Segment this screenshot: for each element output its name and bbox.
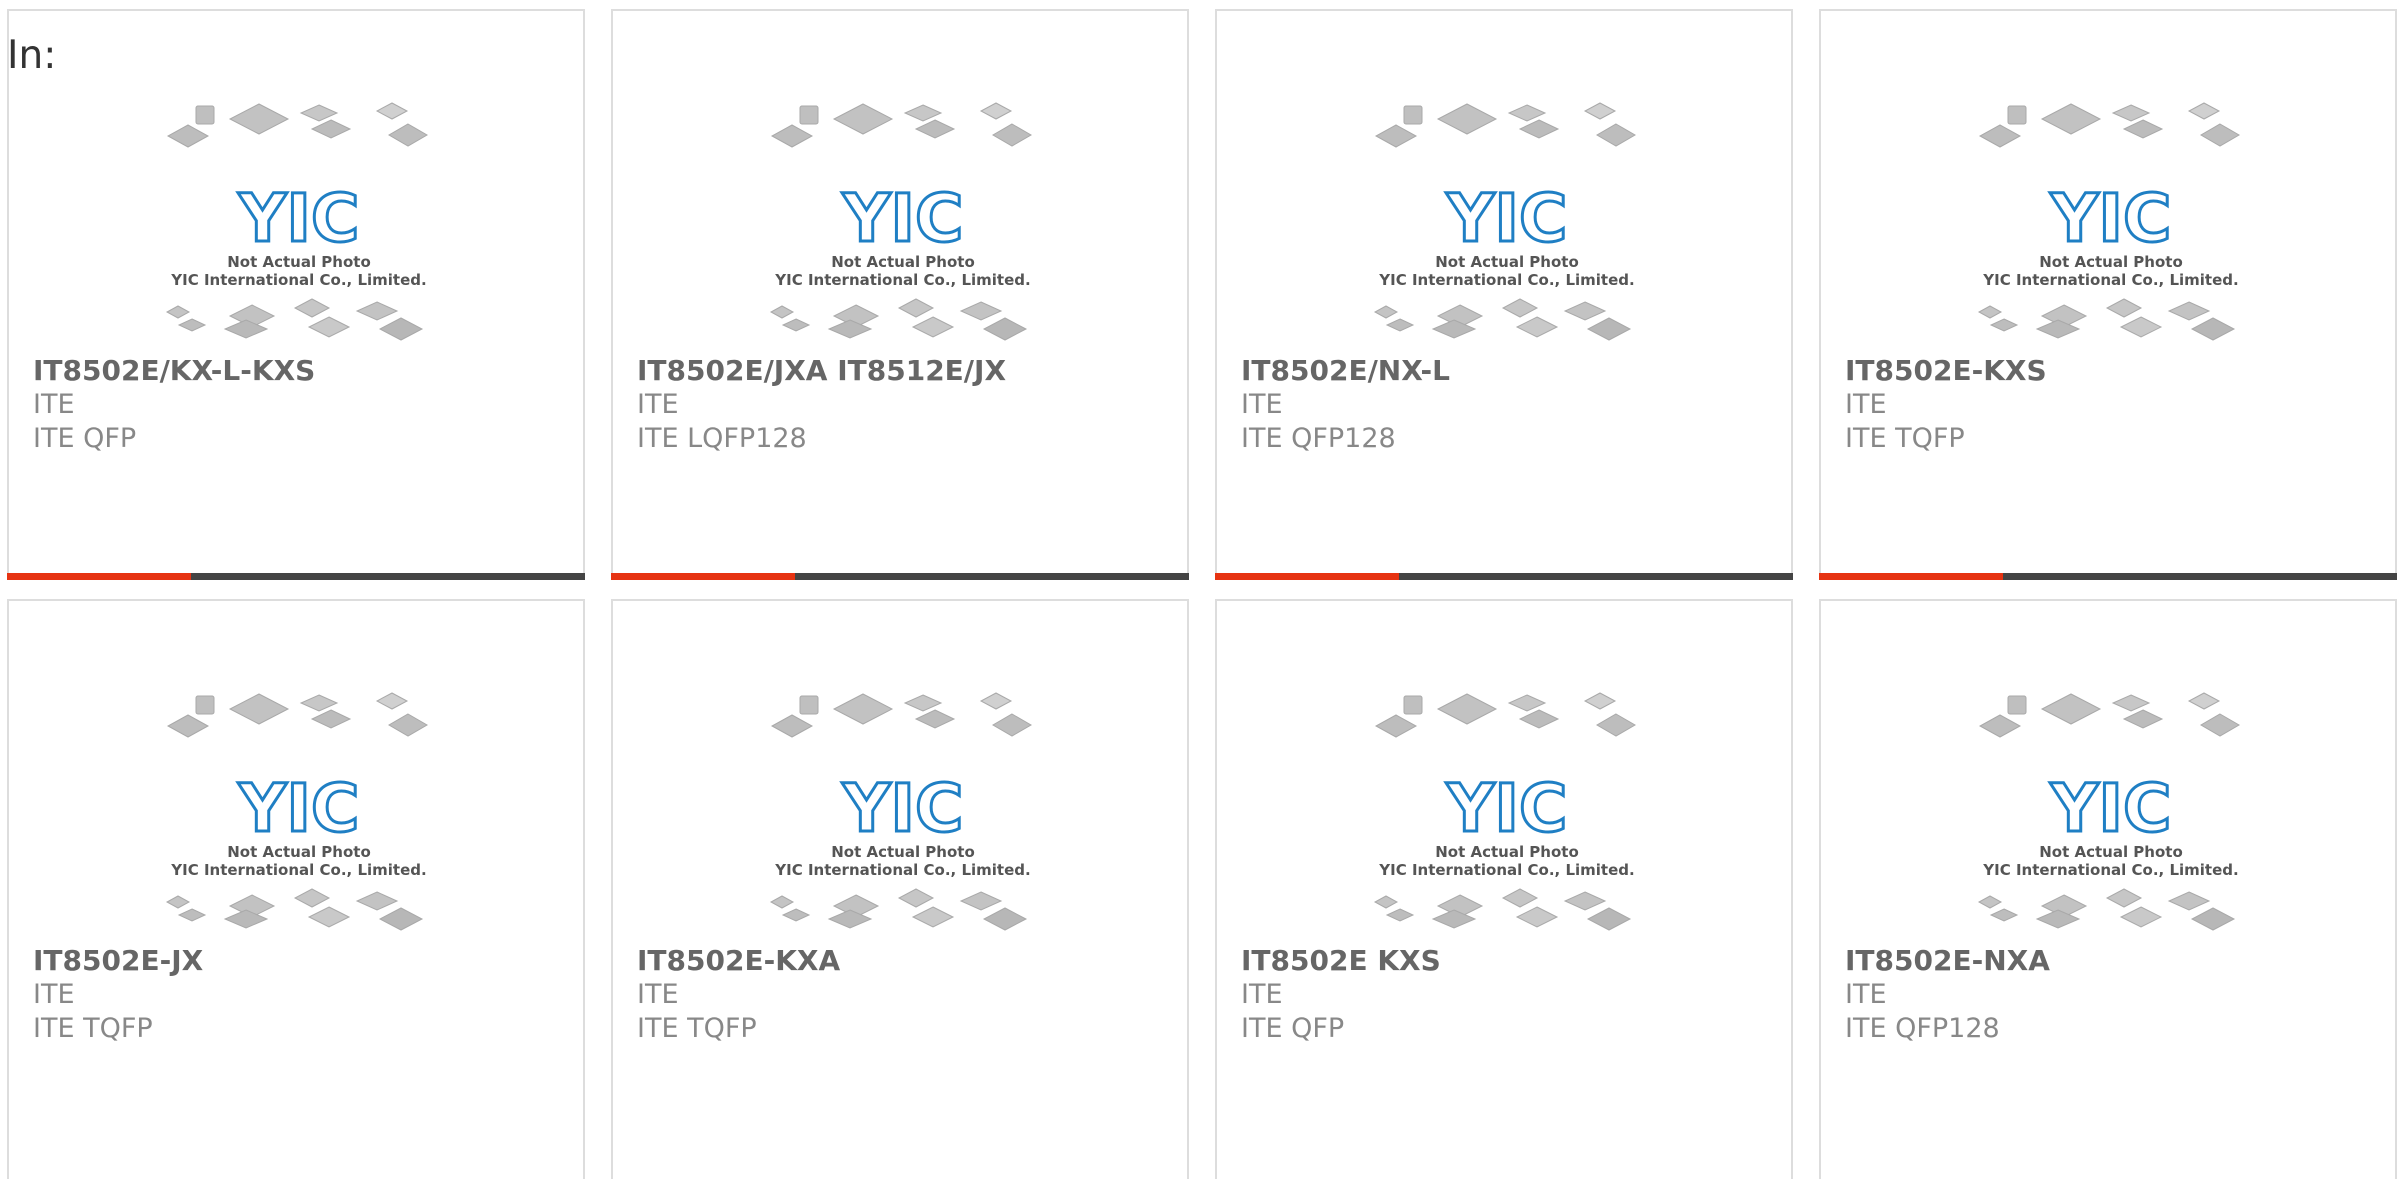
product-placeholder-image[interactable]: YIC Not Actual Photo YIC International Co.… xyxy=(1976,101,2246,346)
product-card[interactable]: YIC Not Actual Photo YIC International Co.… xyxy=(7,9,585,580)
product-placeholder-image[interactable]: YIC Not Actual Photo YIC International Co.… xyxy=(768,691,1038,936)
package: ITE QFP128 xyxy=(1845,1013,2000,1044)
product-grid: YIC Not Actual Photo YIC International Co.… xyxy=(0,0,2400,1179)
not-actual-photo-text: Not Actual Photo xyxy=(831,253,975,271)
package: ITE TQFP xyxy=(33,1013,153,1044)
company-name-text: YIC International Co., Limited. xyxy=(1378,861,1634,879)
not-actual-photo-text: Not Actual Photo xyxy=(2039,843,2183,861)
manufacturer: ITE xyxy=(637,389,679,420)
card-accent-bar xyxy=(1215,573,1399,580)
product-card[interactable]: YIC Not Actual Photo YIC International Co.… xyxy=(611,599,1189,1179)
card-accent-bar xyxy=(1819,573,2003,580)
company-name-text: YIC International Co., Limited. xyxy=(774,271,1030,289)
yic-logo-icon: YIC xyxy=(2050,180,2172,257)
card-accent-bar xyxy=(611,573,795,580)
yic-logo-icon: YIC xyxy=(842,180,964,257)
manufacturer: ITE xyxy=(1241,979,1283,1010)
part-number[interactable]: IT8502E-JX xyxy=(33,944,573,978)
company-name-text: YIC International Co., Limited. xyxy=(170,861,426,879)
product-placeholder-image[interactable]: YIC Not Actual Photo YIC International Co.… xyxy=(164,691,434,936)
yic-logo-icon: YIC xyxy=(1446,180,1568,257)
product-card[interactable]: YIC Not Actual Photo YIC International Co.… xyxy=(1819,599,2397,1179)
product-placeholder-image[interactable]: YIC Not Actual Photo YIC International Co.… xyxy=(1976,691,2246,936)
not-actual-photo-text: Not Actual Photo xyxy=(227,843,371,861)
package: ITE QFP xyxy=(33,423,137,454)
product-placeholder-image[interactable]: YIC Not Actual Photo YIC International Co.… xyxy=(768,101,1038,346)
product-card[interactable]: YIC Not Actual Photo YIC International Co.… xyxy=(611,9,1189,580)
product-placeholder-image[interactable]: YIC Not Actual Photo YIC International Co.… xyxy=(1372,101,1642,346)
package: ITE QFP xyxy=(1241,1013,1345,1044)
product-placeholder-image[interactable]: YIC Not Actual Photo YIC International Co.… xyxy=(1372,691,1642,936)
yic-logo-icon: YIC xyxy=(238,770,360,847)
part-number[interactable]: IT8502E-KXA xyxy=(637,944,1177,978)
manufacturer: ITE xyxy=(33,979,75,1010)
card-bottom-bar xyxy=(7,573,585,580)
company-name-text: YIC International Co., Limited. xyxy=(1378,271,1634,289)
company-name-text: YIC International Co., Limited. xyxy=(1982,271,2238,289)
not-actual-photo-text: Not Actual Photo xyxy=(227,253,371,271)
product-placeholder-image[interactable]: YIC Not Actual Photo YIC International Co.… xyxy=(164,101,434,346)
yic-logo-icon: YIC xyxy=(2050,770,2172,847)
manufacturer: ITE xyxy=(1845,389,1887,420)
part-number[interactable]: IT8502E/KX-L-KXS xyxy=(33,354,573,388)
yic-logo-icon: YIC xyxy=(1446,770,1568,847)
package: ITE LQFP128 xyxy=(637,423,807,454)
card-accent-bar xyxy=(7,573,191,580)
part-number[interactable]: IT8502E KXS xyxy=(1241,944,1781,978)
card-bottom-bar xyxy=(611,573,1189,580)
part-number[interactable]: IT8502E-KXS xyxy=(1845,354,2385,388)
package: ITE TQFP xyxy=(637,1013,757,1044)
product-card[interactable]: YIC Not Actual Photo YIC International Co.… xyxy=(1819,9,2397,580)
in-label: In: xyxy=(7,33,57,78)
product-card[interactable]: YIC Not Actual Photo YIC International Co.… xyxy=(1215,9,1793,580)
product-card[interactable]: YIC Not Actual Photo YIC International Co.… xyxy=(7,599,585,1179)
yic-logo-icon: YIC xyxy=(238,180,360,257)
company-name-text: YIC International Co., Limited. xyxy=(774,861,1030,879)
part-number[interactable]: IT8502E-NXA xyxy=(1845,944,2385,978)
not-actual-photo-text: Not Actual Photo xyxy=(1435,843,1579,861)
not-actual-photo-text: Not Actual Photo xyxy=(831,843,975,861)
manufacturer: ITE xyxy=(1241,389,1283,420)
manufacturer: ITE xyxy=(637,979,679,1010)
company-name-text: YIC International Co., Limited. xyxy=(1982,861,2238,879)
manufacturer: ITE xyxy=(33,389,75,420)
yic-logo-icon: YIC xyxy=(842,770,964,847)
part-number[interactable]: IT8502E/JXA IT8512E/JX xyxy=(637,354,1177,388)
not-actual-photo-text: Not Actual Photo xyxy=(2039,253,2183,271)
manufacturer: ITE xyxy=(1845,979,1887,1010)
package: ITE TQFP xyxy=(1845,423,1965,454)
company-name-text: YIC International Co., Limited. xyxy=(170,271,426,289)
package: ITE QFP128 xyxy=(1241,423,1396,454)
not-actual-photo-text: Not Actual Photo xyxy=(1435,253,1579,271)
product-card[interactable]: YIC Not Actual Photo YIC International Co.… xyxy=(1215,599,1793,1179)
card-bottom-bar xyxy=(1819,573,2397,580)
card-bottom-bar xyxy=(1215,573,1793,580)
part-number[interactable]: IT8502E/NX-L xyxy=(1241,354,1781,388)
